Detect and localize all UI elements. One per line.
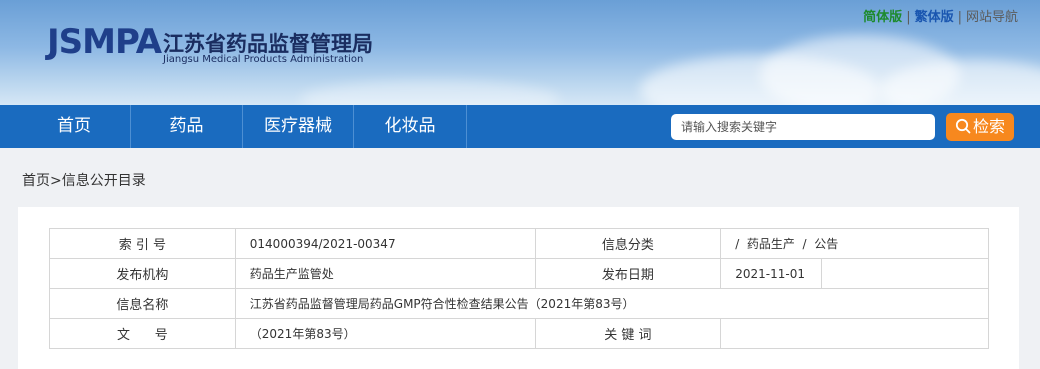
breadcrumb: 首页>信息公开目录 xyxy=(22,173,146,189)
search-button[interactable]: 检索 xyxy=(946,113,1014,141)
nav-item-home[interactable]: 首页 xyxy=(18,105,131,148)
empty-cell xyxy=(821,258,989,289)
nav-item-drugs[interactable]: 药品 xyxy=(131,105,243,148)
publish-date-label: 发布日期 xyxy=(534,258,722,289)
top-links: 简体版 | 繁体版 | 网站导航 xyxy=(863,6,1018,25)
traditional-version-link[interactable]: 繁体版 xyxy=(915,6,954,25)
site-header: JSMPA 江苏省药品监督管理局 Jiangsu Medical Product… xyxy=(0,0,1040,105)
logo-english-name: Jiangsu Medical Products Administration xyxy=(163,54,364,65)
info-name-value: 江苏省药品监督管理局药品GMP符合性检查结果公告（2021年第83号） xyxy=(234,288,990,319)
search-icon xyxy=(955,118,971,134)
index-number-label: 索 引 号 xyxy=(49,228,236,259)
nav-item-medical-devices[interactable]: 医疗器械 xyxy=(243,105,354,148)
info-table: 索 引 号 014000394/2021-00347 信息分类 / 药品生产 /… xyxy=(49,228,990,349)
table-row: 发布机构 药品生产监管处 发布日期 2021-11-01 xyxy=(49,258,989,289)
index-number-value: 014000394/2021-00347 xyxy=(234,228,536,259)
keywords-value xyxy=(720,318,989,349)
link-separator: | xyxy=(957,10,962,25)
info-name-label: 信息名称 xyxy=(49,288,236,319)
category-label: 信息分类 xyxy=(534,228,722,259)
search-input[interactable]: 请输入搜索关键字 xyxy=(671,114,935,140)
link-separator: | xyxy=(906,10,911,25)
search-button-label: 检索 xyxy=(972,117,1005,136)
table-row: 信息名称 江苏省药品监督管理局药品GMP符合性检查结果公告（2021年第83号） xyxy=(49,288,990,319)
category-value: / 药品生产 / 公告 xyxy=(720,228,989,259)
publisher-label: 发布机构 xyxy=(49,258,236,289)
publish-date-value: 2021-11-01 xyxy=(720,258,823,289)
table-row: 索 引 号 014000394/2021-00347 信息分类 / 药品生产 /… xyxy=(49,228,989,259)
table-row: 文 号 （2021年第83号） 关 键 词 xyxy=(49,318,989,349)
simplified-version-link[interactable]: 简体版 xyxy=(863,6,902,25)
cloud-decoration xyxy=(300,80,560,105)
publisher-value: 药品生产监管处 xyxy=(234,258,536,289)
document-number-label: 文 号 xyxy=(49,318,236,349)
logo-abbreviation[interactable]: JSMPA xyxy=(47,22,162,62)
keywords-label: 关 键 词 xyxy=(534,318,722,349)
document-number-value: （2021年第83号） xyxy=(234,318,536,349)
site-navigation-link[interactable]: 网站导航 xyxy=(966,6,1018,25)
nav-item-cosmetics[interactable]: 化妆品 xyxy=(354,105,467,148)
